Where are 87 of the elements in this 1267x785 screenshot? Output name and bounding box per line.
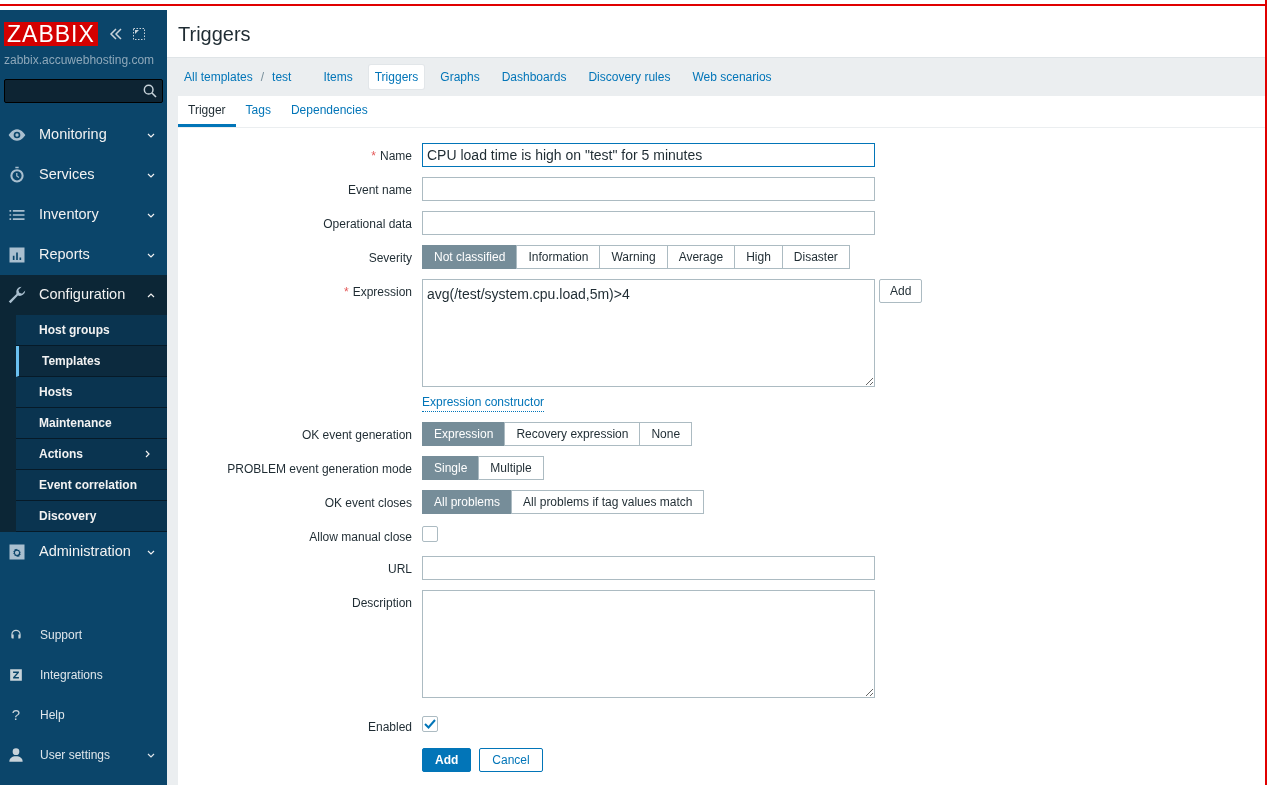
segment-option[interactable]: High [734, 245, 783, 269]
form-tab[interactable]: Trigger [178, 96, 236, 127]
textarea-field[interactable] [422, 590, 875, 698]
question-icon: ? [9, 703, 23, 727]
breadcrumb-link[interactable]: All templates [184, 68, 253, 86]
field-label: Operational data [323, 217, 412, 231]
form-tab[interactable]: Tags [235, 96, 281, 127]
nav-tab[interactable]: Items [317, 65, 359, 89]
checkbox[interactable] [422, 526, 438, 542]
logo: ZABBIX [4, 22, 98, 46]
required-mark: * [343, 285, 349, 299]
wrench-icon [6, 284, 28, 306]
chevron-icon [147, 548, 155, 556]
menu-label: Configuration [39, 285, 127, 305]
text-field[interactable] [422, 556, 875, 580]
menu-label: Services [39, 165, 96, 185]
field-label: Name [380, 149, 412, 163]
nav-tab[interactable]: Dashboards [495, 65, 573, 89]
chevron-icon [147, 751, 155, 759]
nav-tab[interactable]: Graphs [434, 65, 486, 89]
menu-item[interactable]: Support [0, 615, 167, 655]
chevron-icon [147, 131, 155, 139]
form-tab[interactable]: Dependencies [280, 96, 378, 127]
segment-option[interactable]: Disaster [781, 245, 850, 269]
chevron-icon [147, 291, 155, 299]
segment-option[interactable]: Information [516, 245, 601, 269]
chevron-icon [144, 450, 152, 458]
menu-item[interactable]: Integrations [0, 655, 167, 695]
expression-field[interactable]: avg(/test/system.cpu.load,5m)>4 [422, 279, 875, 387]
field-label: Expression [352, 285, 412, 299]
stopwatch-icon [7, 165, 27, 185]
search-icon[interactable] [142, 83, 158, 99]
text-field[interactable]: CPU load time is high on "test" for 5 minutes [422, 143, 875, 167]
menu-item[interactable]: Administration [0, 532, 167, 572]
server-name: zabbix.accuwebhosting.com [3, 52, 156, 69]
nav-tab[interactable]: Web scenarios [686, 65, 778, 89]
search-field[interactable] [4, 79, 163, 103]
breadcrumb-separator: / [260, 69, 265, 86]
segment-option[interactable]: All problems if tag values match [511, 490, 705, 514]
nav-tab[interactable]: Discovery rules [582, 65, 677, 89]
chevron-icon [147, 251, 155, 259]
menu-item[interactable]: Inventory [0, 195, 167, 235]
breadcrumb-link[interactable]: test [272, 68, 292, 86]
field-label: Event name [347, 183, 412, 197]
checkbox[interactable] [422, 716, 438, 732]
expression-constructor-link[interactable]: Expression constructor [422, 393, 545, 412]
field-label: URL [388, 562, 412, 576]
field-label: Severity [368, 251, 412, 265]
submit-button[interactable]: Add [422, 748, 472, 772]
page-title: Triggers [178, 21, 251, 47]
menu-label: Administration [39, 542, 132, 562]
menu-label: Inventory [39, 205, 100, 225]
chevron-icon [147, 211, 155, 219]
required-mark: * [371, 149, 376, 163]
collapse-icon[interactable] [109, 28, 123, 40]
menu-item[interactable]: ? Help [0, 695, 167, 735]
field-label: OK event closes [324, 496, 412, 510]
checkmark-icon [424, 719, 436, 729]
z-logo-icon [9, 668, 23, 682]
headset-icon [9, 628, 23, 642]
text-field[interactable] [422, 177, 875, 201]
segment-option[interactable]: Warning [599, 245, 668, 269]
menu-item[interactable]: User settings [0, 735, 167, 775]
field-label: OK event generation [301, 428, 412, 442]
kiosk-mode-icon[interactable] [133, 28, 145, 40]
field-label: Description [351, 596, 412, 610]
segment-option[interactable]: Average [666, 245, 736, 269]
field-label: Allow manual close [309, 530, 412, 544]
chevron-icon [147, 171, 155, 179]
menu-item[interactable]: Monitoring [0, 115, 167, 155]
text-field[interactable] [422, 211, 875, 235]
segment-option[interactable]: Recovery expression [504, 422, 641, 446]
menu-item[interactable]: Services [0, 155, 167, 195]
field-label: Enabled [367, 720, 412, 734]
menu-label: Monitoring [39, 125, 108, 145]
segment-option[interactable]: None [639, 422, 693, 446]
field-label: PROBLEM event generation mode [227, 462, 412, 476]
submenu-item[interactable]: Templates [16, 346, 167, 377]
cancel-button[interactable]: Cancel [479, 748, 543, 772]
gear-icon [7, 542, 27, 562]
add-expression-button[interactable]: Add [879, 279, 923, 303]
user-icon [8, 747, 24, 763]
segment-option[interactable]: Multiple [478, 456, 544, 480]
nav-tab[interactable]: Triggers [368, 65, 425, 89]
menu-item[interactable]: Reports [0, 235, 167, 275]
menu-label: Reports [39, 245, 91, 265]
bar-chart-icon [7, 245, 27, 265]
